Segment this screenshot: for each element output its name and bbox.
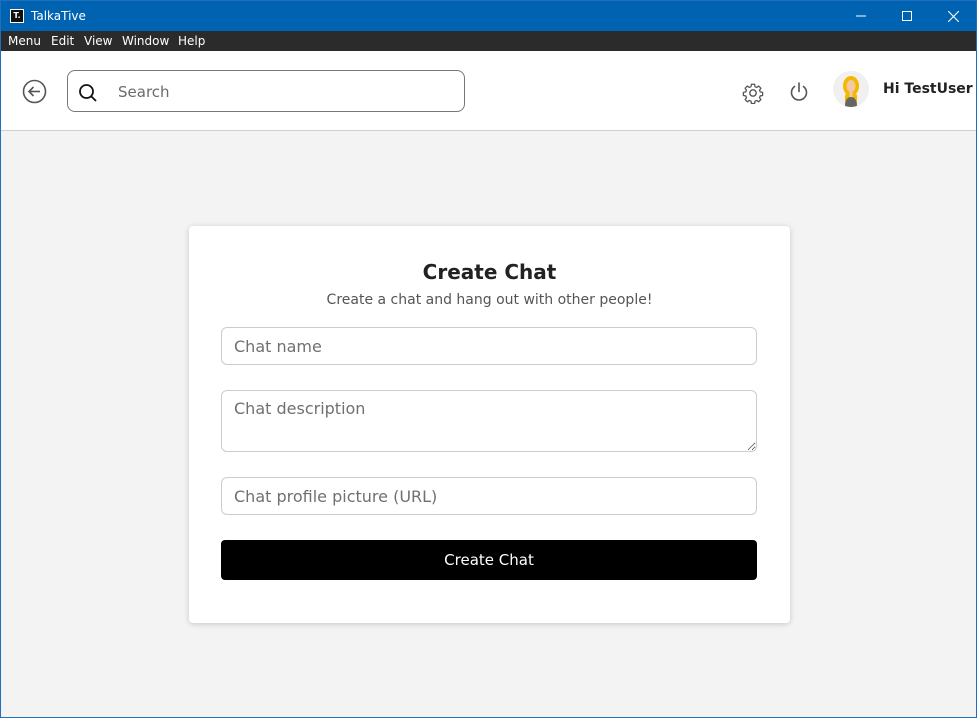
- menu-item-window[interactable]: Window: [122, 33, 169, 49]
- menu-item-view[interactable]: View: [84, 33, 112, 49]
- menu-item-menu[interactable]: Menu: [8, 33, 41, 49]
- menu-bar: Menu Edit View Window Help: [1, 31, 976, 51]
- power-icon: [790, 82, 808, 101]
- search-input[interactable]: [118, 81, 448, 103]
- card-subtitle: Create a chat and hang out with other pe…: [326, 292, 653, 308]
- minimize-button[interactable]: [838, 1, 884, 31]
- menu-item-help[interactable]: Help: [178, 33, 205, 49]
- app-header: Hi TestUser: [1, 51, 976, 131]
- search-icon: [79, 84, 97, 102]
- create-chat-card: Create Chat Create a chat and hang out w…: [189, 226, 790, 623]
- maximize-icon: [902, 11, 912, 21]
- user-avatar-icon: [833, 71, 869, 107]
- user-greeting: Hi TestUser: [883, 81, 973, 97]
- create-chat-button[interactable]: Create Chat: [221, 540, 757, 580]
- minimize-icon: [856, 15, 866, 17]
- settings-button[interactable]: [742, 82, 764, 105]
- app-window: T. TalkaTive Menu Edit View Window Help: [0, 0, 977, 718]
- app-logo-icon: T.: [10, 9, 24, 23]
- avatar[interactable]: [833, 71, 869, 107]
- chat-description-field[interactable]: [221, 390, 757, 452]
- card-title: Create Chat: [422, 260, 557, 284]
- window-title: TalkaTive: [31, 9, 86, 23]
- title-bar: T. TalkaTive: [1, 1, 976, 31]
- gear-icon: [742, 83, 764, 105]
- close-button[interactable]: [930, 1, 976, 31]
- maximize-button[interactable]: [884, 1, 930, 31]
- chat-name-field[interactable]: [221, 327, 757, 365]
- back-button[interactable]: [22, 79, 47, 104]
- back-arrow-icon: [22, 79, 47, 104]
- menu-item-edit[interactable]: Edit: [51, 33, 74, 49]
- close-icon: [947, 10, 959, 22]
- logout-button[interactable]: [788, 81, 810, 103]
- chat-picture-url-field[interactable]: [221, 477, 757, 515]
- search-box: [67, 70, 465, 112]
